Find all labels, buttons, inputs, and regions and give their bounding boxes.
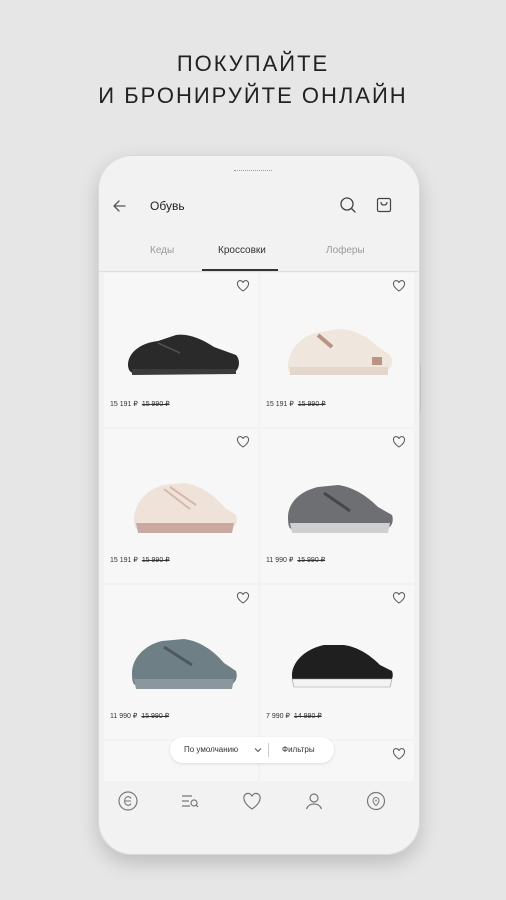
filters-button[interactable]: Фильтры — [282, 745, 315, 754]
price: 11 990 ₽ — [266, 557, 294, 564]
sneaker-image — [128, 334, 239, 375]
product-card[interactable]: 15 191 ₽15 990 ₽ — [104, 429, 258, 583]
old-price: 15 990 ₽ — [297, 401, 326, 408]
product-card[interactable]: 15 191 ₽15 990 ₽ — [260, 273, 414, 427]
headline-line-1: ПОКУПАЙТЕ — [176, 51, 330, 76]
favorite-heart-icon[interactable] — [236, 591, 250, 605]
old-price: 15 990 ₽ — [141, 713, 170, 720]
favorite-heart-icon[interactable] — [392, 591, 406, 605]
price-row: 15 191 ₽15 990 ₽ — [266, 400, 326, 408]
old-price: 14 990 ₽ — [293, 713, 322, 720]
app-bar: Обувь — [98, 195, 420, 227]
tab-krossovki[interactable]: Кроссовки — [218, 245, 266, 256]
catalog-search-icon[interactable] — [178, 789, 202, 813]
old-price: 15 990 ₽ — [141, 557, 170, 564]
price-row: 15 191 ₽15 990 ₽ — [110, 400, 170, 408]
sneaker-image — [288, 329, 393, 375]
product-card[interactable]: 11 990 ₽15 990 ₽ — [260, 429, 414, 583]
store-location-icon[interactable] — [364, 789, 388, 813]
search-icon[interactable] — [338, 195, 358, 215]
product-card[interactable]: 7 990 ₽14 990 ₽ — [260, 585, 414, 739]
old-price: 15 990 ₽ — [297, 557, 326, 564]
sort-filter-bar: По умолчанию Фильтры — [170, 737, 334, 763]
page-title: Обувь — [150, 199, 185, 213]
sneaker-image — [288, 485, 393, 533]
price: 11 990 ₽ — [110, 713, 138, 720]
promo-headline: ПОКУПАЙТЕ И БРОНИРУЙТЕ ОНЛАЙН — [0, 48, 506, 112]
price-row: 11 990 ₽15 990 ₽ — [266, 556, 325, 564]
logo-e-icon[interactable] — [116, 789, 140, 813]
price: 15 191 ₽ — [110, 557, 138, 564]
tab-lofery[interactable]: Лоферы — [326, 245, 365, 256]
sneaker-image — [134, 483, 237, 533]
favorite-heart-icon[interactable] — [392, 747, 406, 761]
favorite-heart-icon[interactable] — [236, 279, 250, 293]
old-price: 15 990 ₽ — [141, 401, 170, 408]
price: 15 191 ₽ — [266, 401, 294, 408]
back-arrow-icon[interactable] — [110, 195, 132, 217]
category-tabs: Кеды Кроссовки Лоферы — [98, 239, 420, 272]
shopping-bag-icon[interactable] — [374, 195, 394, 215]
profile-icon[interactable] — [302, 789, 326, 813]
bottom-navigation — [98, 783, 420, 829]
active-tab-indicator — [202, 269, 278, 271]
sort-dropdown[interactable]: По умолчанию — [184, 745, 238, 754]
price: 15 191 ₽ — [110, 401, 138, 408]
price-row: 15 191 ₽15 990 ₽ — [110, 556, 170, 564]
sneaker-image — [132, 639, 237, 689]
phone-notch — [234, 170, 272, 173]
chevron-down-icon[interactable] — [254, 746, 262, 754]
favorite-heart-icon[interactable] — [392, 279, 406, 293]
favorite-heart-icon[interactable] — [236, 435, 250, 449]
phone-frame: Обувь Кеды Кроссовки Лоферы 15 191 ₽15 9… — [98, 155, 420, 855]
sort-divider — [268, 743, 269, 757]
favorites-heart-icon[interactable] — [240, 789, 264, 813]
tab-kedy[interactable]: Кеды — [150, 245, 174, 256]
price-row: 11 990 ₽15 990 ₽ — [110, 712, 169, 720]
price: 7 990 ₽ — [266, 713, 290, 720]
product-card[interactable]: 11 990 ₽15 990 ₽ — [104, 585, 258, 739]
sneaker-image — [291, 645, 393, 688]
headline-line-2: И БРОНИРУЙТЕ ОНЛАЙН — [98, 83, 408, 108]
favorite-heart-icon[interactable] — [392, 435, 406, 449]
price-row: 7 990 ₽14 990 ₽ — [266, 712, 322, 720]
product-card[interactable]: 15 191 ₽15 990 ₽ — [104, 273, 258, 427]
